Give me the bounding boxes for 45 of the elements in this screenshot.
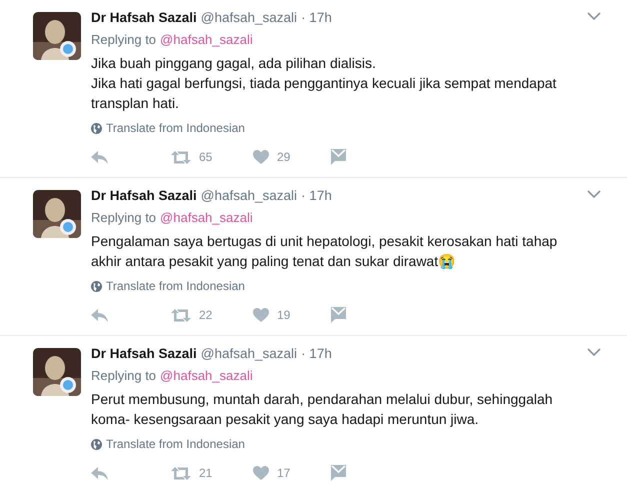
tweet-time[interactable]: · 17h <box>301 187 332 205</box>
caret-icon[interactable] <box>587 12 601 21</box>
caret-icon[interactable] <box>587 348 601 357</box>
mention-link[interactable]: @hafsah_sazali <box>160 367 253 385</box>
message-icon[interactable] <box>331 149 346 165</box>
translate-link[interactable]: Translate from Indonesian <box>106 279 245 293</box>
retweet-count: 65 <box>199 150 212 164</box>
heart-icon[interactable] <box>253 150 269 164</box>
like-count: 29 <box>277 150 290 164</box>
retweet-icon[interactable] <box>171 466 191 480</box>
translate-link[interactable]: Translate from Indonesian <box>106 121 245 135</box>
tweet-time[interactable]: · 17h <box>301 345 332 363</box>
author-name[interactable]: Dr Hafsah Sazali <box>91 9 197 27</box>
globe-icon <box>91 122 102 134</box>
globe-icon <box>91 438 102 450</box>
message-icon[interactable] <box>331 307 346 323</box>
mention-link[interactable]: @hafsah_sazali <box>160 31 253 49</box>
tweet-time[interactable]: · 17h <box>301 9 332 27</box>
author-name[interactable]: Dr Hafsah Sazali <box>91 187 197 205</box>
retweet-count: 21 <box>199 466 212 480</box>
reply-icon[interactable] <box>91 466 108 480</box>
like-count: 17 <box>277 466 290 480</box>
like-count: 19 <box>277 308 290 322</box>
replying-label: Replying to <box>91 31 156 49</box>
author-handle[interactable]: @hafsah_sazali <box>200 187 298 205</box>
reply-icon[interactable] <box>91 308 108 322</box>
reply-icon[interactable] <box>91 150 108 164</box>
message-icon[interactable] <box>331 465 346 481</box>
heart-icon[interactable] <box>253 308 269 322</box>
mention-link[interactable]: @hafsah_sazali <box>160 209 253 227</box>
tweet-text: Pengalaman saya bertugas di unit hepatologi, pesakit kerosakan hati tahap akhir antara pesakit yang paling tenat dan sukar dirawat😭 <box>91 232 558 271</box>
retweet-count: 22 <box>199 308 212 322</box>
retweet-icon[interactable] <box>171 308 191 322</box>
retweet-icon[interactable] <box>171 150 191 164</box>
author-handle[interactable]: @hafsah_sazali <box>200 9 298 27</box>
tweet-text: Jika buah pinggang gagal, ada pilihan dialisis. Jika hati gagal berfungsi, tiada penggantinya kecuali jika sempat mendapat transplan hati. <box>91 54 558 113</box>
globe-icon <box>91 280 102 292</box>
caret-icon[interactable] <box>587 190 601 199</box>
heart-icon[interactable] <box>253 466 269 480</box>
author-name[interactable]: Dr Hafsah Sazali <box>91 345 197 363</box>
replying-label: Replying to <box>91 209 156 227</box>
author-handle[interactable]: @hafsah_sazali <box>200 345 298 363</box>
tweet-text: Perut membusung, muntah darah, pendarahan melalui dubur, sehinggalah koma- kesengsaraan pesakit yang saya hadapi meruntun jiwa. <box>91 390 554 429</box>
translate-link[interactable]: Translate from Indonesian <box>106 437 245 451</box>
replying-label: Replying to <box>91 367 156 385</box>
